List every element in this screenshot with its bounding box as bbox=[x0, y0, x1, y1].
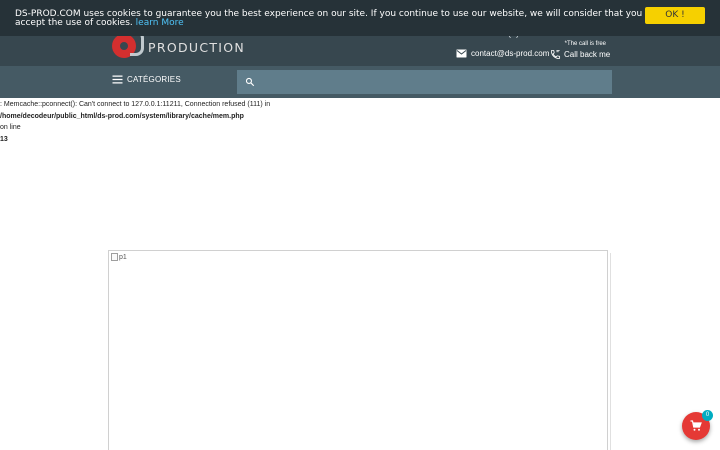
search-bar[interactable] bbox=[237, 70, 612, 94]
error-line-number: 13 bbox=[0, 136, 8, 143]
cookie-message: DS-PROD.COM uses cookies to guarantee yo… bbox=[15, 10, 645, 28]
error-line-label: on line bbox=[0, 124, 21, 131]
cart-button[interactable]: 0 bbox=[682, 410, 713, 440]
cookie-message-text: DS-PROD.COM uses cookies to guarantee yo… bbox=[15, 9, 643, 28]
logo-text: PRODUCTION bbox=[148, 40, 246, 55]
cookie-accept-button[interactable]: OK ! bbox=[645, 7, 705, 24]
cart-icon bbox=[690, 420, 702, 431]
cart-count-badge: 0 bbox=[702, 410, 713, 421]
categories-menu-button[interactable]: CATÉGORIES bbox=[112, 75, 181, 84]
email-icon bbox=[456, 49, 467, 58]
callback-label: Call back me bbox=[564, 50, 611, 59]
broken-image: p1 bbox=[111, 253, 127, 261]
search-icon[interactable] bbox=[245, 77, 255, 87]
contact-email-text: contact@ds-prod.com bbox=[471, 49, 550, 58]
main-navbar: CATÉGORIES bbox=[0, 66, 720, 98]
cookie-consent-bar: DS-PROD.COM uses cookies to guarantee yo… bbox=[0, 0, 720, 36]
phone-icon bbox=[550, 49, 561, 60]
search-input[interactable] bbox=[261, 77, 601, 87]
broken-image-icon bbox=[111, 253, 118, 261]
call-free-note: *The call is free bbox=[564, 41, 606, 47]
banner-image[interactable]: p1 bbox=[108, 250, 608, 450]
menu-icon bbox=[112, 75, 123, 84]
error-message-line: : Memcache::pconnect(): Can't connect to… bbox=[0, 101, 271, 108]
learn-more-link[interactable]: learn More bbox=[136, 18, 184, 28]
image-alt-text: p1 bbox=[119, 253, 127, 261]
page: PRODUCTION (0) *The call is free contact… bbox=[0, 0, 720, 450]
callback-button[interactable]: Call back me bbox=[550, 49, 610, 60]
slider-edge bbox=[610, 253, 611, 450]
categories-label: CATÉGORIES bbox=[127, 75, 181, 84]
contact-email-link[interactable]: contact@ds-prod.com bbox=[456, 49, 549, 58]
error-file-path: /home/decodeur/public_html/ds-prod.com/s… bbox=[0, 113, 244, 120]
